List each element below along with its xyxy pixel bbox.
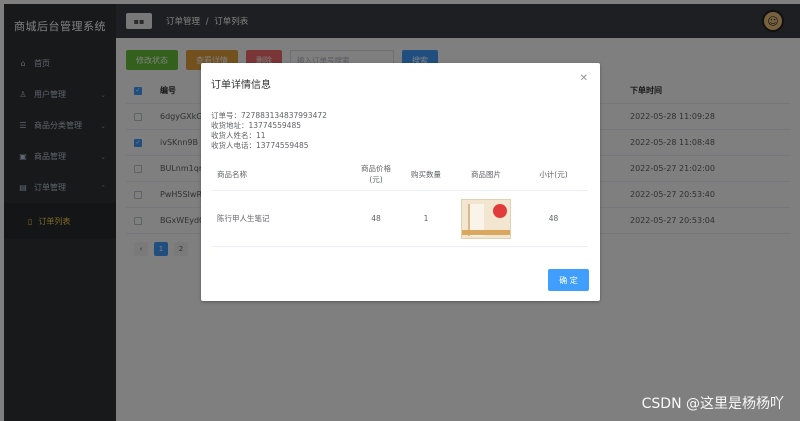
items-header-row: 商品名称 商品价格 (元) 购买数量 商品图片 小计(元) xyxy=(211,158,588,191)
order-number: 订单号：727883134837993472 xyxy=(211,111,327,120)
order-info: 订单号：727883134837993472 收货地址：13774559485 … xyxy=(211,111,327,151)
order-items-table: 商品名称 商品价格 (元) 购买数量 商品图片 小计(元) 陈行甲人生笔记 48… xyxy=(211,158,588,247)
table-row: 陈行甲人生笔记 48 1 48 xyxy=(211,191,588,247)
col-image: 商品图片 xyxy=(471,169,501,179)
confirm-label: 确 定 xyxy=(559,275,578,285)
watermark-text: CSDN @这里是杨杨吖 xyxy=(641,396,784,412)
confirm-button[interactable]: 确 定 xyxy=(548,269,589,291)
book-band xyxy=(462,229,510,235)
recipient-phone: 收货人电话：13774559485 xyxy=(211,141,309,150)
shipping-address: 收货地址：13774559485 xyxy=(211,121,301,130)
dialog-title: 订单详情信息 xyxy=(211,80,271,91)
col-quantity: 购买数量 xyxy=(411,169,441,179)
book-cover-image xyxy=(461,198,511,239)
col-price-line1: 商品价格 xyxy=(361,164,391,173)
col-product-price: 商品价格 (元) xyxy=(351,163,401,185)
product-quantity: 1 xyxy=(423,214,429,223)
order-detail-dialog: 订单详情信息 ✕ 订单号：727883134837993472 收货地址：137… xyxy=(201,63,600,301)
product-name: 陈行甲人生笔记 xyxy=(217,214,270,223)
col-price-line2: (元) xyxy=(369,175,383,184)
close-icon[interactable]: ✕ xyxy=(580,73,588,84)
book-badge xyxy=(493,203,507,218)
recipient-name: 收货人姓名：11 xyxy=(211,131,266,140)
product-image-cell xyxy=(451,198,521,239)
col-subtotal: 小计(元) xyxy=(539,169,568,179)
product-subtotal: 48 xyxy=(548,214,559,223)
product-price: 48 xyxy=(371,214,381,223)
col-product-name: 商品名称 xyxy=(217,169,247,179)
